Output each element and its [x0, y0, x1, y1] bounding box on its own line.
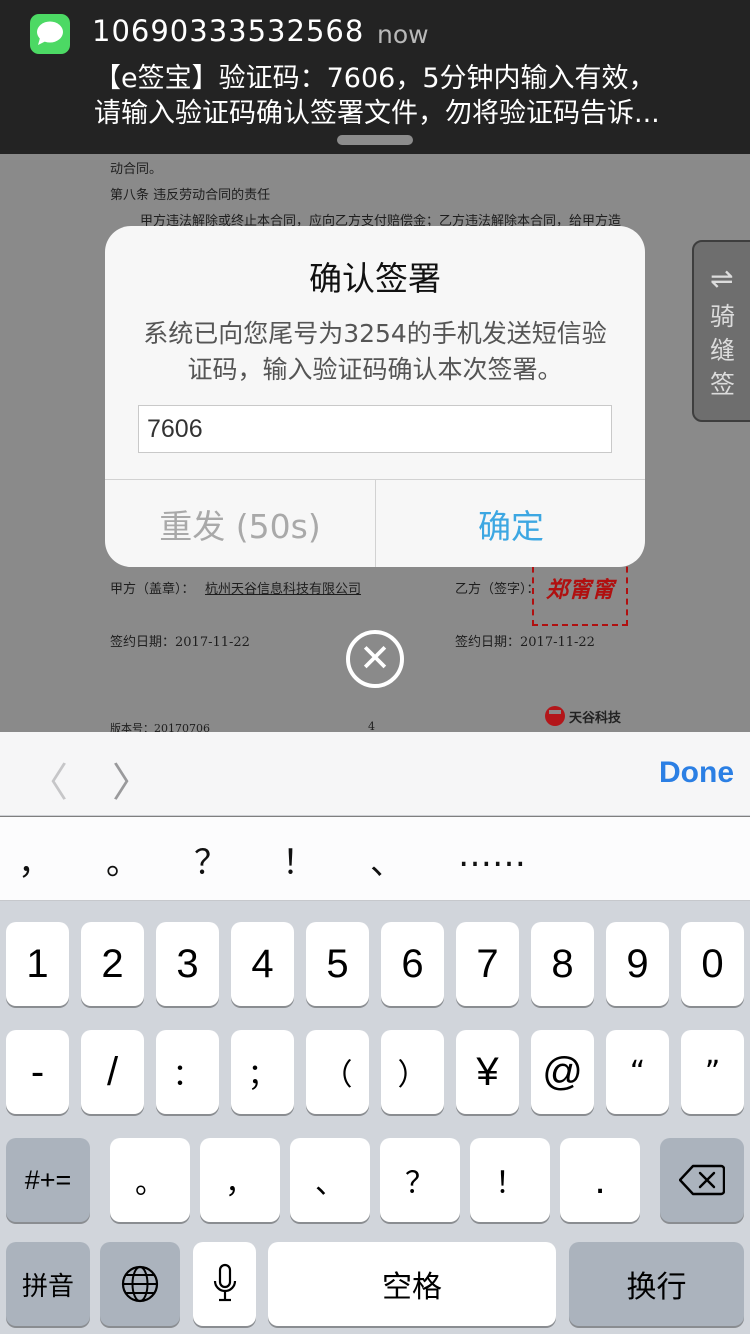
microphone-icon — [213, 1263, 236, 1302]
swap-arrows-icon: ⇌ — [710, 262, 734, 295]
return-key[interactable]: 换行 — [569, 1242, 744, 1326]
messages-app-icon — [30, 14, 70, 54]
key[interactable]: ？ — [380, 1138, 460, 1222]
notification-sender: 10690333532568 — [92, 14, 365, 48]
key[interactable]: “ — [606, 1030, 669, 1114]
key[interactable]: ； — [231, 1030, 294, 1114]
company-logo: 天谷科技 — [545, 706, 621, 726]
notification-grabber[interactable] — [337, 135, 413, 145]
keyboard-accessory-bar: 〈 〉 Done — [0, 732, 750, 816]
pinyin-key[interactable]: 拼音 — [6, 1242, 90, 1326]
key[interactable]: ¥ — [456, 1030, 519, 1114]
candidate-item[interactable]: ， — [18, 835, 52, 884]
key[interactable]: - — [6, 1030, 69, 1114]
notification-body-line: 请输入验证码确认签署文件，勿将验证码告诉... — [94, 98, 660, 129]
previous-field-icon[interactable]: 〈 — [28, 750, 68, 808]
party-a-label: 甲方（盖章）： — [110, 582, 195, 597]
microphone-key[interactable] — [193, 1242, 256, 1326]
page-number: 4 — [368, 720, 375, 732]
key[interactable]: 9 — [606, 922, 669, 1006]
key[interactable]: 、 — [290, 1138, 370, 1222]
key[interactable]: ： — [156, 1030, 219, 1114]
globe-icon — [121, 1265, 159, 1303]
candidate-item[interactable]: ？ — [194, 835, 228, 884]
key[interactable]: 2 — [81, 922, 144, 1006]
candidate-item[interactable]: …… — [458, 835, 526, 875]
key[interactable]: / — [81, 1030, 144, 1114]
globe-key[interactable] — [100, 1242, 180, 1326]
confirm-button[interactable]: 确定 — [376, 480, 645, 567]
version-number: 版本号：20170706 — [110, 722, 210, 732]
sms-notification-banner[interactable]: 10690333532568 now 【e签宝】验证码：7606，5分钟内输入有… — [0, 0, 750, 154]
key[interactable]: （ — [306, 1030, 369, 1114]
key[interactable]: 6 — [381, 922, 444, 1006]
dialog-title: 确认签署 — [309, 259, 441, 298]
party-a-name: 杭州天谷信息科技有限公司 — [205, 582, 362, 597]
sign-date-b: 签约日期：2017-11-22 — [455, 635, 595, 650]
close-icon[interactable]: ✕ — [346, 630, 404, 688]
done-button[interactable]: Done — [659, 756, 734, 790]
key[interactable]: ， — [200, 1138, 280, 1222]
space-key[interactable]: 空格 — [268, 1242, 556, 1326]
key[interactable]: 1 — [6, 922, 69, 1006]
dialog-message-text: 系统已向您尾号为3254的手机发送短信验证码，输入验证码确认本次签署。 — [143, 319, 607, 384]
keyboard: ， 。 ？ ！ 、 …… 1 2 3 4 5 6 7 8 9 0 - / ： ；… — [0, 817, 750, 1334]
candidate-item[interactable]: 、 — [370, 835, 404, 884]
candidate-item[interactable]: 。 — [106, 835, 140, 884]
seam-signature-label: 骑缝签 — [710, 302, 736, 399]
logo-icon — [545, 706, 565, 726]
notification-time: now — [377, 20, 429, 49]
key[interactable]: @ — [531, 1030, 594, 1114]
resend-code-button[interactable]: 重发 (50s) — [105, 480, 375, 567]
key[interactable]: 3 — [156, 922, 219, 1006]
key[interactable]: 0 — [681, 922, 744, 1006]
key[interactable]: 。 — [110, 1138, 190, 1222]
key[interactable]: . — [560, 1138, 640, 1222]
key[interactable]: 5 — [306, 922, 369, 1006]
verification-code-input[interactable] — [138, 405, 612, 453]
next-field-icon[interactable]: 〉 — [112, 750, 152, 808]
sign-date-a: 签约日期：2017-11-22 — [110, 635, 250, 650]
key[interactable]: ） — [381, 1030, 444, 1114]
signature-text: 郑甯甯 — [546, 577, 616, 603]
candidate-bar: ， 。 ？ ！ 、 …… — [0, 817, 750, 901]
confirm-signing-dialog: 确认签署 系统已向您尾号为3254的手机发送短信验证码，输入验证码确认本次签署。… — [105, 226, 645, 567]
seam-signature-tab[interactable]: ⇌ 骑缝签 — [692, 240, 750, 422]
key[interactable]: ” — [681, 1030, 744, 1114]
candidate-item[interactable]: ！ — [282, 835, 316, 884]
doc-line: 动合同。 — [110, 162, 163, 177]
key[interactable]: 7 — [456, 922, 519, 1006]
key[interactable]: 8 — [531, 922, 594, 1006]
backspace-key[interactable] — [660, 1138, 744, 1222]
key[interactable]: 4 — [231, 922, 294, 1006]
party-b-label: 乙方（签字）： — [455, 582, 540, 597]
symbols-toggle-key[interactable]: #+= — [6, 1138, 90, 1222]
logo-text: 天谷科技 — [569, 710, 622, 726]
notification-body-line: 【e签宝】验证码：7606，5分钟内输入有效， — [94, 63, 656, 94]
dialog-message: 系统已向您尾号为3254的手机发送短信验证码，输入验证码确认本次签署。 — [105, 316, 645, 388]
doc-article-heading: 第八条 违反劳动合同的责任 — [110, 188, 271, 203]
backspace-icon — [679, 1164, 725, 1196]
key[interactable]: ！ — [470, 1138, 550, 1222]
